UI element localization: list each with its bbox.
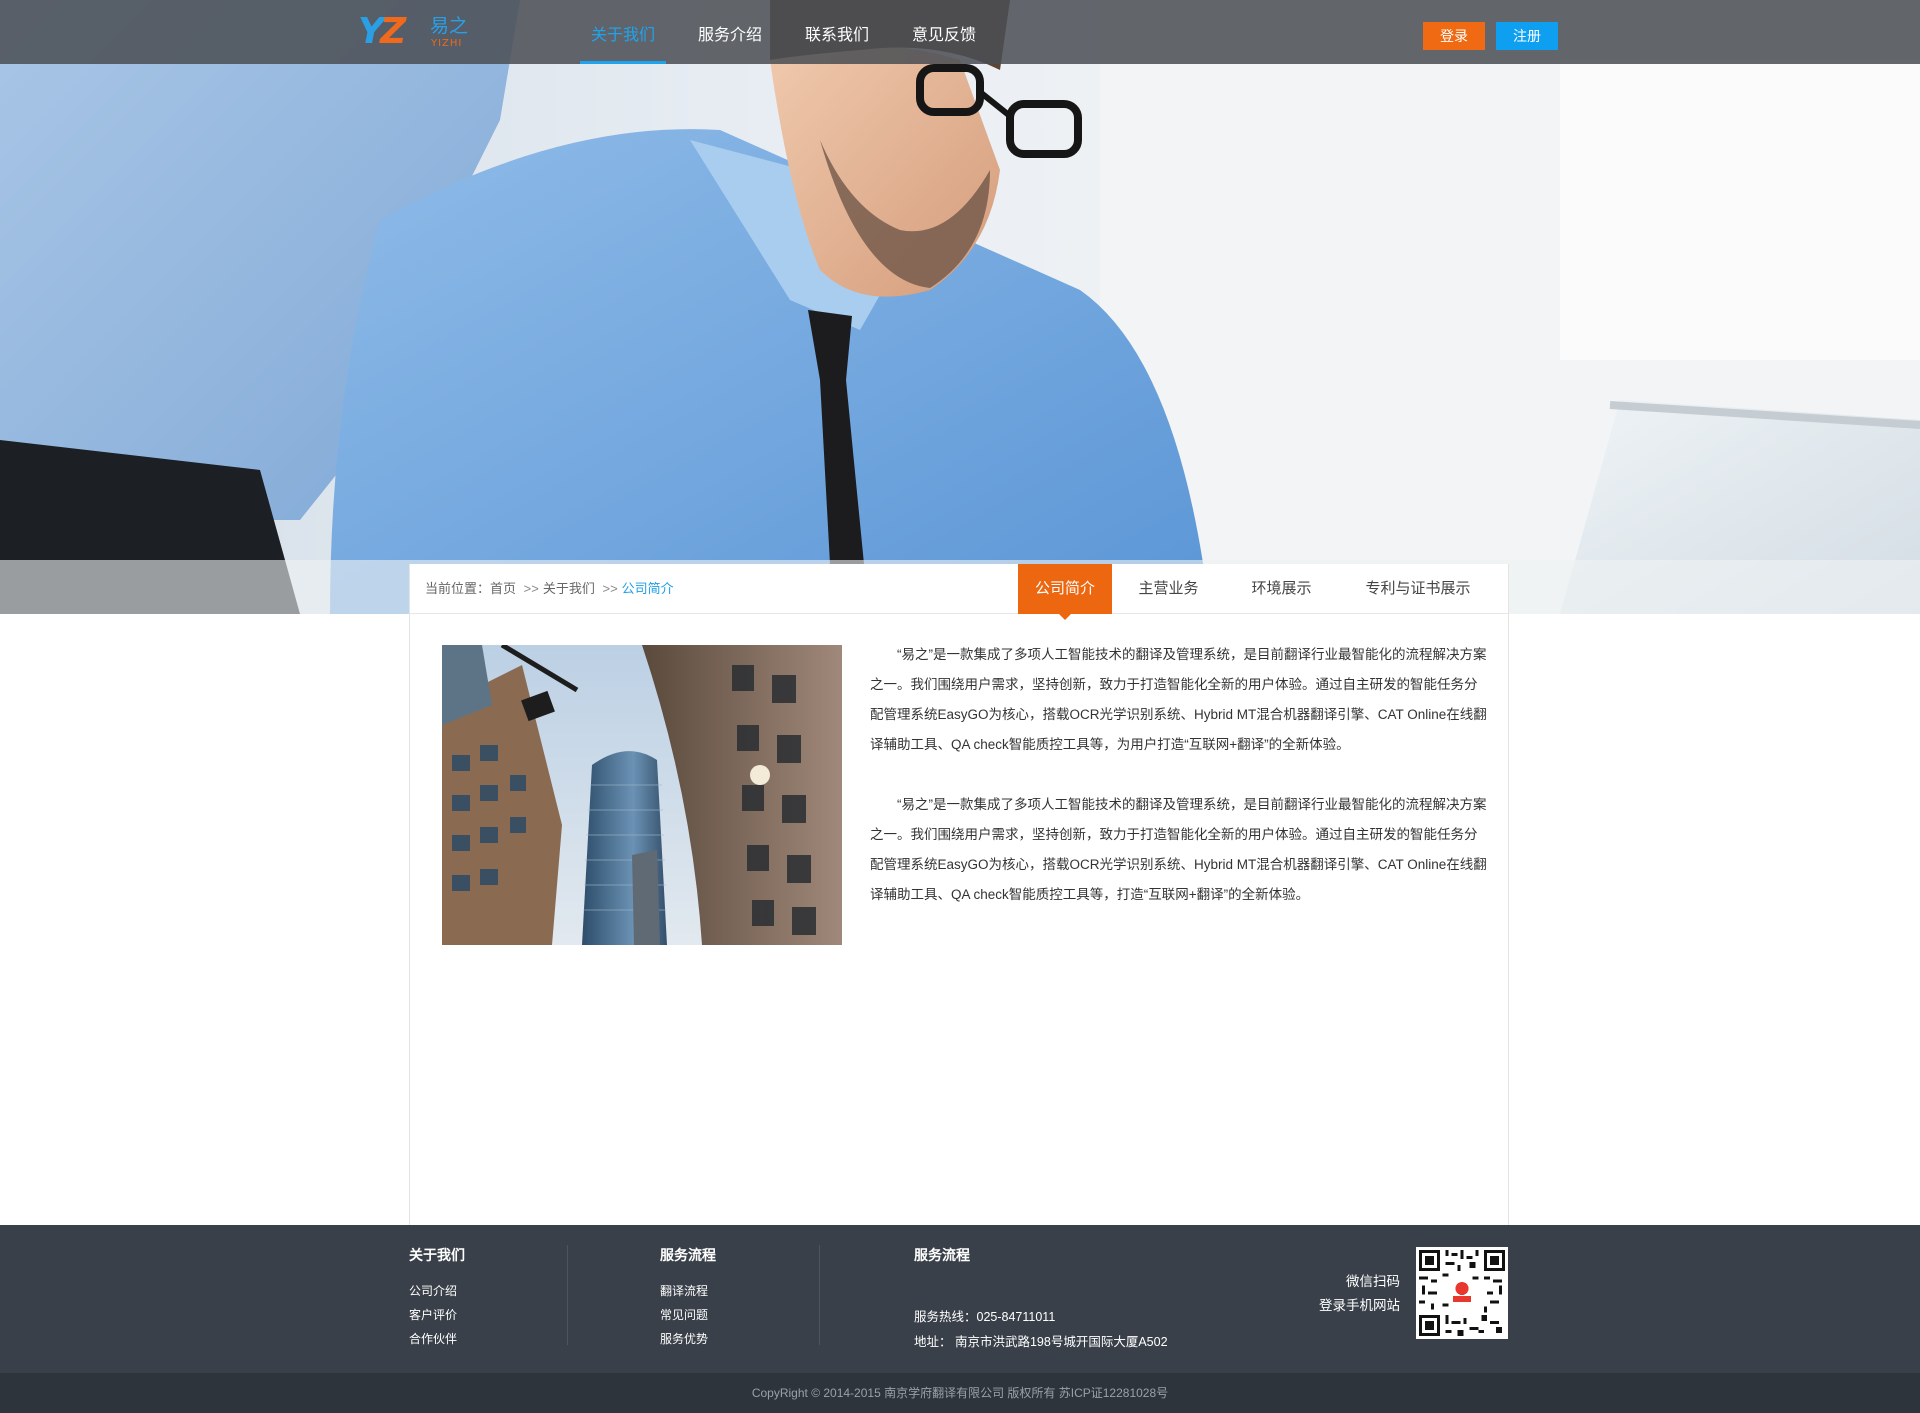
hero-banner xyxy=(0,0,1920,614)
breadcrumb-bar: 当前位置：首页 >> 关于我们 >> 公司简介 公司简介 主营业务 环境展示 专利与… xyxy=(410,564,1508,620)
intro-paragraph: “易之”是一款集成了多项人工智能技术的翻译及管理系统，是目前翻译行业最智能化的流… xyxy=(870,647,1487,752)
footer-link-service-advantages[interactable]: 服务优势 xyxy=(660,1327,716,1351)
footer-divider xyxy=(819,1245,820,1345)
footer-contact-title: 服务流程 xyxy=(914,1247,970,1263)
footer-link-partners[interactable]: 合作伙伴 xyxy=(409,1327,465,1351)
footer-link-translation-process[interactable]: 翻译流程 xyxy=(660,1279,716,1303)
top-navigation-bar: YZ 易之 YIZHI 关于我们 服务介绍 联系我们 意见反馈 登录 注册 xyxy=(0,0,1920,64)
wechat-scan-text: 微信扫码 登录手机网站 xyxy=(1300,1270,1400,1318)
main-nav: 关于我们 服务介绍 联系我们 意见反馈 xyxy=(580,0,1008,64)
tab-patents-certificates[interactable]: 专利与证书展示 xyxy=(1338,564,1498,614)
breadcrumb-separator: >> xyxy=(523,581,539,596)
register-button[interactable]: 注册 xyxy=(1496,22,1558,50)
site-logo[interactable]: YZ 易之 YIZHI xyxy=(358,11,478,54)
logo-chinese-name: 易之 xyxy=(430,15,469,37)
breadcrumb-home-link[interactable]: 首页 xyxy=(490,581,516,596)
footer-link-company-intro[interactable]: 公司介绍 xyxy=(409,1279,465,1303)
content-panel: 当前位置：首页 >> 关于我们 >> 公司简介 公司简介 主营业务 环境展示 专利与… xyxy=(409,564,1509,1225)
site-footer: 关于我们 公司介绍 客户评价 合作伙伴 服务流程 翻译流程 常见问题 服务优势 … xyxy=(0,1225,1920,1373)
footer-contact-column: 服务流程 服务热线：025-84711011 地址： 南京市洪武路198号城开国… xyxy=(914,1245,1168,1355)
footer-process-title: 服务流程 xyxy=(660,1247,716,1263)
nav-item-services[interactable]: 服务介绍 xyxy=(687,0,773,64)
qr-code-icon xyxy=(1419,1250,1505,1336)
footer-divider xyxy=(567,1245,568,1345)
breadcrumb-prefix: 当前位置： xyxy=(425,581,491,596)
tab-environment[interactable]: 环境展示 xyxy=(1225,564,1338,614)
footer-address: 地址： 南京市洪武路198号城开国际大厦A502 xyxy=(914,1335,1168,1349)
breadcrumb-current: 公司简介 xyxy=(621,581,674,596)
breadcrumb-separator: >> xyxy=(602,581,618,596)
tab-company-profile[interactable]: 公司简介 xyxy=(1018,564,1112,620)
qr-code-image xyxy=(1416,1247,1508,1339)
breadcrumb-about-link[interactable]: 关于我们 xyxy=(543,581,595,596)
nav-item-contact[interactable]: 联系我们 xyxy=(794,0,880,64)
footer-link-faq[interactable]: 常见问题 xyxy=(660,1303,716,1327)
logo-mark: YZ xyxy=(358,11,406,52)
login-button[interactable]: 登录 xyxy=(1423,22,1485,50)
copyright-bar: CopyRight © 2014-2015 南京学府翻译有限公司 版权所有 苏I… xyxy=(0,1373,1920,1413)
footer-link-customer-reviews[interactable]: 客户评价 xyxy=(409,1303,465,1327)
nav-item-feedback[interactable]: 意见反馈 xyxy=(901,0,987,64)
tab-main-business[interactable]: 主营业务 xyxy=(1112,564,1225,614)
intro-paragraph: “易之”是一款集成了多项人工智能技术的翻译及管理系统，是目前翻译行业最智能化的流… xyxy=(870,797,1487,902)
building-photo xyxy=(442,645,842,945)
hero-photo-illustration xyxy=(0,0,1920,614)
wechat-line-2: 登录手机网站 xyxy=(1319,1298,1400,1313)
footer-about-title: 关于我们 xyxy=(409,1247,465,1263)
footer-process-column: 服务流程 翻译流程 常见问题 服务优势 xyxy=(660,1245,716,1351)
footer-hotline: 服务热线：025-84711011 xyxy=(914,1310,1056,1324)
logo-english-name: YIZHI xyxy=(431,38,463,49)
wechat-line-1: 微信扫码 xyxy=(1346,1274,1400,1289)
company-intro-article: “易之”是一款集成了多项人工智能技术的翻译及管理系统，是目前翻译行业最智能化的流… xyxy=(870,640,1490,940)
nav-item-about[interactable]: 关于我们 xyxy=(580,0,667,64)
breadcrumb: 当前位置：首页 >> 关于我们 >> 公司简介 xyxy=(425,564,674,614)
sub-tabs: 公司简介 主营业务 环境展示 专利与证书展示 xyxy=(1018,564,1498,620)
footer-about-column: 关于我们 公司介绍 客户评价 合作伙伴 xyxy=(409,1245,465,1351)
